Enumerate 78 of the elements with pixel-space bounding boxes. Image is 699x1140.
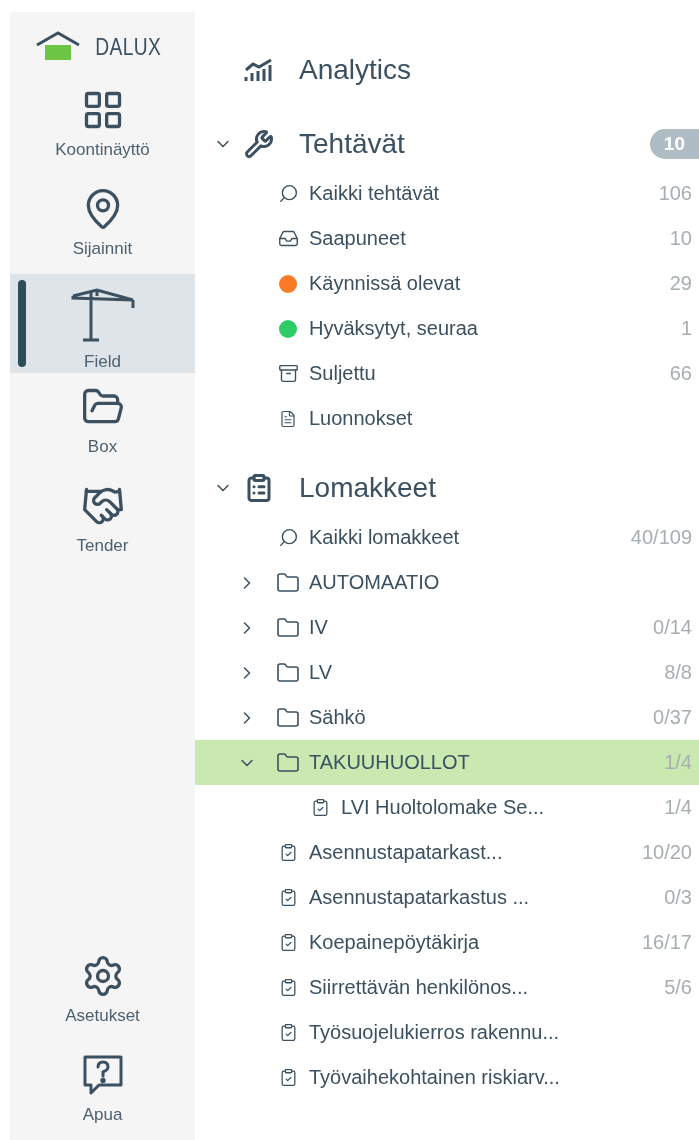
nav-item[interactable]: Apua — [10, 1041, 195, 1140]
nav-item[interactable]: Sijainnit — [10, 175, 195, 274]
item-label: LVI Huoltolomake Se... — [341, 796, 546, 819]
section-title[interactable]: Analytics — [299, 53, 699, 86]
tree-row[interactable]: Siirrettävän henkilönos... 5/6 — [195, 965, 699, 1010]
item-label: LV — [309, 661, 333, 684]
item-count: 8/8 — [664, 661, 692, 684]
item-label: Kaikki lomakkeet — [309, 526, 461, 549]
logo-text: DALUX — [95, 33, 162, 61]
item-label: Hyväksytyt, seuraa — [309, 317, 479, 340]
item-count: 66 — [669, 362, 692, 385]
item-label: Suljettu — [309, 362, 377, 385]
count-badge: 10 — [649, 128, 699, 159]
item-label: Asennustapatarkastus ... — [309, 886, 531, 909]
nav-item[interactable]: Box — [10, 373, 195, 472]
archive-icon — [277, 363, 299, 384]
item-count: 0/37 — [653, 706, 692, 729]
item-count: 106 — [658, 182, 692, 205]
item-count: 5/6 — [664, 976, 692, 999]
item-count: 16/17 — [641, 931, 692, 954]
item-label: Työsuojelukierros rakennu... — [309, 1021, 561, 1044]
chart-icon — [243, 56, 275, 83]
tree-row[interactable]: Työvaihekohtainen riskiarv... — [195, 1055, 699, 1100]
item-label: Luonnokset — [309, 407, 414, 430]
item-count: 10 — [669, 227, 692, 250]
inbox-icon — [277, 228, 299, 249]
item-count: 10/20 — [641, 841, 692, 864]
folder-icon — [276, 615, 300, 640]
tree-row[interactable]: IV 0/14 — [195, 605, 699, 650]
item-label: Saapuneet — [309, 227, 407, 250]
tree-row[interactable]: Asennustapatarkastus ... 0/3 — [195, 875, 699, 920]
tree-row[interactable]: Käynnissä olevat 29 — [195, 261, 699, 306]
tree-row[interactable]: Luonnokset — [195, 396, 699, 441]
section-title[interactable]: Lomakkeet — [299, 471, 699, 504]
section-title[interactable]: Tehtävät — [299, 127, 650, 160]
item-count: 1/4 — [664, 796, 692, 819]
tree-row[interactable]: TAKUUHUOLLOT 1/4 — [195, 740, 699, 785]
tree-row[interactable]: AUTOMAATIO — [195, 560, 699, 605]
item-count: 1/4 — [664, 751, 692, 774]
item-label: Kaikki tehtävät — [309, 182, 441, 205]
item-count: 1 — [680, 317, 692, 340]
tree-row[interactable]: Hyväksytyt, seuraa 1 — [195, 306, 699, 351]
item-label: Asennustapatarkast... — [309, 841, 504, 864]
tree-row[interactable]: Sähkö 0/37 — [195, 695, 699, 740]
item-count: 29 — [669, 272, 692, 295]
item-count: 40/109 — [630, 526, 692, 549]
nav-item[interactable]: Field — [10, 274, 195, 373]
tree-row[interactable]: Kaikki lomakkeet 40/109 — [195, 515, 699, 560]
item-label: TAKUUHUOLLOT — [309, 751, 471, 774]
nav-item[interactable]: Tender — [10, 472, 195, 571]
document-icon — [279, 409, 297, 428]
item-label: Käynnissä olevat — [309, 272, 462, 295]
item-label: IV — [309, 616, 329, 639]
item-label: Työvaihekohtainen riskiarv... — [309, 1066, 561, 1089]
search-icon — [277, 527, 299, 548]
item-label: Siirrettävän henkilönos... — [309, 976, 529, 999]
folder-icon — [276, 750, 300, 775]
tree-row[interactable]: Työsuojelukierros rakennu... — [195, 1010, 699, 1055]
nav-item[interactable]: Koontinäyttö — [10, 76, 195, 175]
folder-icon — [276, 660, 300, 685]
tree-row[interactable]: Kaikki tehtävät 106 — [195, 171, 699, 216]
tree-row[interactable]: Saapuneet 10 — [195, 216, 699, 261]
clipboard-icon — [244, 472, 274, 503]
item-label: AUTOMAATIO — [309, 571, 441, 594]
tree-row[interactable]: Asennustapatarkast... 10/20 — [195, 830, 699, 875]
folder-icon — [276, 570, 300, 595]
search-icon — [277, 183, 299, 204]
nav-item[interactable]: Asetukset — [10, 942, 195, 1041]
item-count: 0/14 — [653, 616, 692, 639]
tree-row[interactable]: Suljettu 66 — [195, 351, 699, 396]
tree-row[interactable]: LVI Huoltolomake Se... 1/4 — [195, 785, 699, 830]
folder-icon — [276, 705, 300, 730]
wrench-icon — [244, 128, 274, 159]
item-label: Sähkö — [309, 706, 367, 729]
item-label: Koepainepöytäkirja — [309, 931, 481, 954]
tree-row[interactable]: Koepainepöytäkirja 16/17 — [195, 920, 699, 965]
tree-row[interactable]: LV 8/8 — [195, 650, 699, 695]
item-count: 0/3 — [664, 886, 692, 909]
